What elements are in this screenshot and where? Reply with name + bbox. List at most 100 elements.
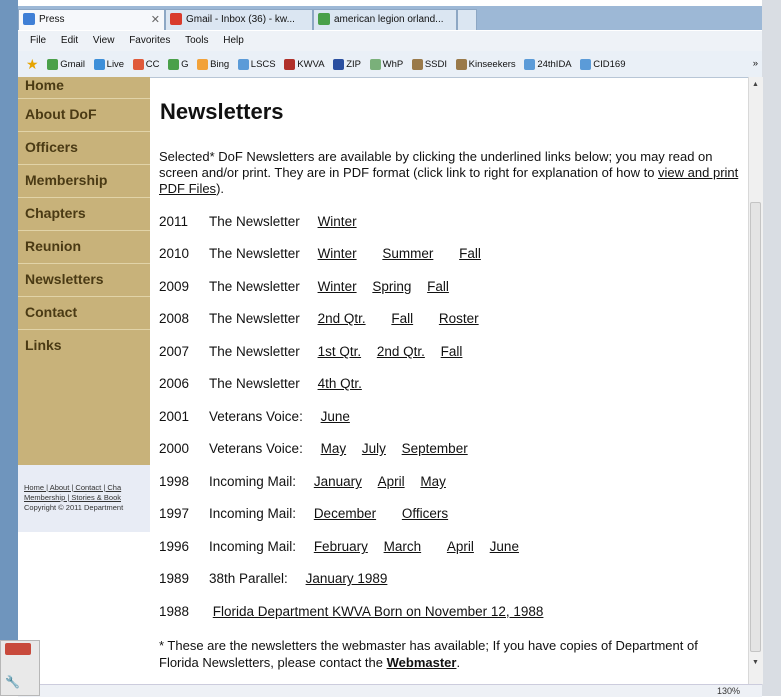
sidebar-footer: Home | About | Contact | Cha Membership … — [18, 465, 150, 532]
newsletter-row: 2007 The Newsletter 1st Qtr. 2nd Qtr. Fal… — [159, 344, 462, 359]
scroll-down-icon[interactable]: ▼ — [752, 659, 759, 666]
fav-label: G — [181, 58, 189, 70]
newsletter-link[interactable]: April — [378, 474, 405, 489]
newsletter-link[interactable]: Winter — [318, 279, 357, 294]
sidebar-item-home[interactable]: Home — [18, 77, 150, 99]
footer-links-2[interactable]: Membership | Stories & Book — [24, 493, 121, 502]
scroll-up-icon[interactable]: ▲ — [752, 81, 759, 88]
intro-end: ). — [216, 181, 225, 196]
ie-icon — [23, 13, 35, 26]
newsletter-link[interactable]: Fall — [441, 344, 463, 359]
tab-gmail[interactable]: Gmail - Inbox (36) - kw... — [165, 9, 313, 30]
favorites-star-icon[interactable]: ★ — [26, 56, 39, 72]
wrench-icon[interactable]: 🔧 — [5, 675, 20, 689]
row-year: 1997 — [159, 506, 190, 521]
newsletter-link[interactable]: September — [402, 441, 468, 456]
menu-tools[interactable]: Tools — [185, 35, 208, 46]
scrollbar-thumb[interactable] — [750, 202, 761, 652]
ie-icon — [237, 58, 249, 70]
vertical-scrollbar[interactable]: ▲ ▼ — [748, 77, 763, 684]
footer-links[interactable]: Home | About | Contact | Cha — [24, 483, 121, 492]
newsletter-link[interactable]: January 1989 — [306, 571, 388, 586]
sidebar-item-contact[interactable]: Contact — [18, 297, 150, 330]
newsletter-link[interactable]: May — [420, 474, 446, 489]
close-tab-icon[interactable]: ✕ — [151, 10, 160, 30]
newsletter-link[interactable]: May — [321, 441, 347, 456]
fav-cc[interactable]: CC — [132, 52, 160, 77]
fav-24thida[interactable]: 24thIDA — [524, 52, 572, 77]
newsletter-row: 2011 The Newsletter Winter — [159, 214, 357, 229]
fav-cid169[interactable]: CID169 — [580, 52, 626, 77]
newsletter-link[interactable]: Florida Department KWVA Born on November… — [213, 604, 544, 619]
newsletter-link[interactable]: February — [314, 539, 368, 554]
menu-file[interactable]: File — [30, 35, 46, 46]
row-label: Incoming Mail: — [209, 539, 297, 554]
fav-kwva[interactable]: KWVA — [284, 52, 325, 77]
ie-icon — [580, 58, 592, 70]
newsletter-link[interactable]: Winter — [318, 246, 357, 261]
menu-edit[interactable]: Edit — [61, 35, 78, 46]
newsletter-link[interactable]: Fall — [459, 246, 481, 261]
newsletter-link[interactable]: 4th Qtr. — [318, 376, 362, 391]
fav-lscs[interactable]: LSCS — [237, 52, 276, 77]
sidebar-item-officers[interactable]: Officers — [18, 132, 150, 165]
row-label: The Newsletter — [209, 376, 300, 391]
newsletter-row: 2010 The Newsletter Winter Summer Fall — [159, 246, 481, 261]
zoom-level[interactable]: 130% — [717, 685, 740, 697]
status-bar: 130% — [18, 684, 762, 697]
menu-favorites[interactable]: Favorites — [129, 35, 170, 46]
newsletter-link[interactable]: Spring — [372, 279, 411, 294]
fav-label: WhP — [382, 58, 404, 70]
newsletter-link[interactable]: June — [321, 409, 350, 424]
fav-bing[interactable]: Bing — [197, 52, 229, 77]
sidebar-item-links[interactable]: Links — [18, 330, 150, 363]
favorites-overflow-icon[interactable]: » — [753, 51, 758, 77]
fav-whp[interactable]: WhP — [369, 52, 404, 77]
intro-paragraph: Selected* DoF Newsletters are available … — [159, 149, 739, 197]
newsletter-link[interactable]: June — [490, 539, 519, 554]
sidebar-item-reunion[interactable]: Reunion — [18, 231, 150, 264]
newsletter-link[interactable]: Fall — [427, 279, 449, 294]
newsletter-link[interactable]: Officers — [402, 506, 448, 521]
fav-zip[interactable]: ZIP — [333, 52, 361, 77]
newsletter-row: 2000 Veterans Voice: May July September — [159, 441, 468, 456]
sidebar-item-newsletters[interactable]: Newsletters — [18, 264, 150, 297]
row-label: The Newsletter — [209, 311, 300, 326]
menu-view[interactable]: View — [93, 35, 115, 46]
fav-label: CC — [145, 58, 160, 70]
newsletter-link[interactable]: January — [314, 474, 362, 489]
menu-help[interactable]: Help — [223, 35, 244, 46]
row-year: 2001 — [159, 409, 190, 424]
row-label: Veterans Voice: — [209, 441, 303, 456]
fav-kinseekers[interactable]: Kinseekers — [455, 52, 516, 77]
fav-live[interactable]: Live — [93, 52, 124, 77]
newsletter-link[interactable]: 2nd Qtr. — [377, 344, 425, 359]
row-year: 2009 — [159, 279, 190, 294]
tab-press[interactable]: Press ✕ — [18, 9, 165, 30]
row-year: 1996 — [159, 539, 190, 554]
newsletter-link[interactable]: December — [314, 506, 376, 521]
newsletter-link[interactable]: 2nd Qtr. — [318, 311, 366, 326]
newsletter-link[interactable]: Fall — [391, 311, 413, 326]
row-year: 1989 — [159, 571, 190, 586]
newsletter-link[interactable]: Summer — [382, 246, 433, 261]
tab-american-legion[interactable]: american legion orland... — [313, 9, 457, 30]
bing-icon — [197, 58, 209, 70]
newsletter-link[interactable]: Roster — [439, 311, 479, 326]
newsletter-link[interactable]: March — [384, 539, 422, 554]
fav-label: Kinseekers — [468, 58, 516, 70]
newsletter-link[interactable]: 1st Qtr. — [318, 344, 362, 359]
fav-g[interactable]: G — [168, 52, 189, 77]
menu-bar: File Edit View Favorites Tools Help — [18, 31, 762, 51]
newsletter-link[interactable]: April — [447, 539, 474, 554]
sidebar-item-about[interactable]: About DoF — [18, 99, 150, 132]
sidebar-item-membership[interactable]: Membership — [18, 165, 150, 198]
sidebar-item-chapters[interactable]: Chapters — [18, 198, 150, 231]
fav-ssdi[interactable]: SSDI — [411, 52, 447, 77]
webmaster-link[interactable]: Webmaster — [387, 655, 457, 670]
newsletter-link[interactable]: Winter — [318, 214, 357, 229]
fav-gmail[interactable]: Gmail — [47, 52, 85, 77]
new-tab-button[interactable] — [457, 9, 477, 30]
newsletter-link[interactable]: July — [362, 441, 386, 456]
page-title: Newsletters — [160, 99, 284, 124]
